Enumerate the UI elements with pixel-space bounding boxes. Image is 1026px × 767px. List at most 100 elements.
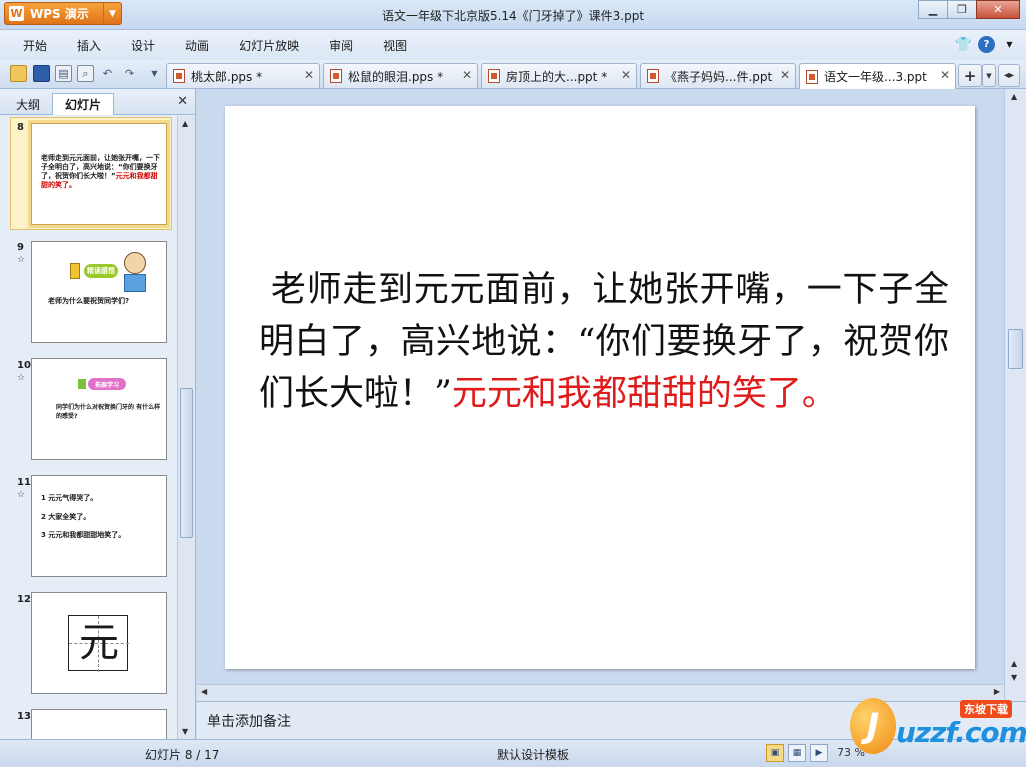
thumb-line: 2 大家全笑了。 [41, 513, 91, 521]
close-icon[interactable]: ✕ [304, 68, 314, 82]
menu-insert[interactable]: 插入 [62, 37, 116, 54]
ppt-file-icon [173, 69, 185, 83]
menu-home[interactable]: 开始 [8, 37, 62, 54]
thumb-number: 11 [17, 477, 31, 488]
slide-text-box[interactable]: 老师走到元元面前，让她张开嘴，一下子全明白了，高兴地说：“你们要换牙了，祝贺你们… [259, 264, 949, 420]
current-slide[interactable]: 老师走到元元面前，让她张开嘴，一下子全明白了，高兴地说：“你们要换牙了，祝贺你们… [225, 106, 975, 669]
thumb-number: 10 [17, 360, 31, 371]
new-tab-button[interactable]: + [958, 64, 982, 87]
thumbnail-slide-8[interactable]: 老师走到元元面前，让她张开嘴，一下子全明白了，高兴地说：“你们要换牙了，祝贺你们… [31, 123, 167, 225]
watermark-tag: 东坡下载 [960, 700, 1012, 718]
animation-star-icon: ☆ [17, 373, 26, 383]
save-icon[interactable] [33, 65, 50, 82]
maximize-button[interactable]: ❐ [947, 0, 977, 19]
tab-outline[interactable]: 大纲 [6, 93, 50, 115]
doc-tab-label: 《燕子妈妈...件.ppt [665, 69, 773, 84]
doc-tab-5-active[interactable]: 语文一年级...3.ppt ✕ [799, 63, 956, 89]
print-icon[interactable]: ▤ [55, 65, 72, 82]
section-badge: 拓展学习 [88, 378, 126, 390]
doc-tab-4[interactable]: 《燕子妈妈...件.ppt ✕ [640, 63, 796, 88]
tianzige-grid: 元 [68, 615, 129, 672]
doc-tab-label: 语文一年级...3.ppt [824, 70, 927, 84]
thumbnail-slide-13[interactable] [31, 709, 167, 739]
thumb-number: 9 [17, 242, 24, 253]
close-window-button[interactable]: ✕ [976, 0, 1020, 19]
scroll-right-icon[interactable]: ▶ [994, 687, 1000, 696]
chevron-down-icon[interactable]: ▼ [1001, 36, 1018, 53]
chinese-character: 元 [79, 620, 119, 666]
scroll-thumb[interactable] [1008, 329, 1023, 369]
animation-star-icon: ☆ [17, 255, 26, 265]
close-icon[interactable]: ✕ [940, 68, 950, 82]
scroll-up-icon[interactable]: ▲ [1011, 92, 1017, 101]
print-preview-icon[interactable]: ⌕ [77, 65, 94, 82]
section-badge: 精读感悟 [84, 264, 118, 278]
menu-animation[interactable]: 动画 [170, 37, 224, 54]
thumb-number: 13 [17, 711, 31, 722]
doc-tab-3[interactable]: 房顶上的大...ppt * ✕ [481, 63, 637, 88]
scroll-thumb[interactable] [180, 388, 193, 538]
redo-icon[interactable]: ↷ [121, 65, 138, 82]
menu-slideshow[interactable]: 幻灯片放映 [224, 37, 314, 54]
quick-access-toolbar: ▤ ⌕ ↶ ↷ ▼ 桃太郎.pps * ✕ 松鼠的眼泪.pps * ✕ 房顶上的… [0, 60, 1026, 89]
notes-placeholder: 单击添加备注 [207, 714, 291, 730]
thumb-caption: 同学们为什么对祝贺换门牙的 有什么样的感受? [56, 404, 161, 420]
menu-design[interactable]: 设计 [116, 37, 170, 54]
customize-toolbar-icon[interactable]: ▼ [146, 65, 163, 82]
slide-vertical-scrollbar[interactable]: ▲ ▲ ▼ [1004, 89, 1026, 701]
thumb-line: 3 元元和我都甜甜地笑了。 [41, 531, 126, 539]
thumb-line: 1 元元气得哭了。 [41, 494, 98, 502]
help-icon[interactable]: ? [978, 36, 995, 53]
normal-view-icon[interactable]: ▣ [766, 744, 784, 762]
ppt-file-icon [806, 69, 818, 84]
window-title: 语文一年级下北京版5.14《门牙掉了》课件3.ppt [381, 9, 645, 23]
leaf-icon [78, 379, 86, 389]
title-bar: W WPS 演示 ▼ 语文一年级下北京版5.14《门牙掉了》课件3.ppt ▁ … [0, 0, 1026, 30]
thumbnail-scrollbar[interactable]: ▲ ▼ [177, 116, 195, 739]
doc-tab-1[interactable]: 桃太郎.pps * ✕ [166, 63, 320, 88]
scroll-left-icon[interactable]: ◀ [201, 687, 207, 696]
previous-slide-icon[interactable]: ▲ [1011, 659, 1017, 668]
close-icon[interactable]: ✕ [621, 68, 631, 82]
thumb-number: 8 [17, 122, 24, 133]
scroll-up-icon[interactable]: ▲ [182, 119, 188, 128]
slide-sorter-icon[interactable]: ▦ [788, 744, 806, 762]
doc-tab-2[interactable]: 松鼠的眼泪.pps * ✕ [323, 63, 478, 88]
watermark-logo-icon: J [850, 698, 896, 754]
slide-thumbnail-pane: 大纲 幻灯片 ✕ 8 老师走到元元面前，让她张开嘴，一下子全明白了，高兴地说：“… [0, 89, 196, 739]
ppt-file-icon [488, 69, 500, 83]
doc-tab-label: 松鼠的眼泪.pps * [348, 69, 444, 84]
doc-tab-label: 桃太郎.pps * [191, 69, 263, 84]
doc-tab-label: 房顶上的大...ppt * [506, 69, 608, 84]
skin-shirt-icon[interactable]: 👕 [955, 36, 972, 53]
thumbnail-slide-12[interactable]: 元 [31, 592, 167, 694]
tab-slides[interactable]: 幻灯片 [52, 93, 114, 115]
close-icon[interactable]: ✕ [780, 68, 790, 82]
close-icon[interactable]: ✕ [177, 94, 188, 109]
design-template-label[interactable]: 默认设计模板 [497, 746, 569, 763]
scroll-down-icon[interactable]: ▼ [182, 727, 188, 736]
open-folder-icon[interactable] [10, 65, 27, 82]
thumbnail-slide-11[interactable]: 1 元元气得哭了。 2 大家全笑了。 3 元元和我都甜甜地笑了。 [31, 475, 167, 577]
menu-review[interactable]: 审阅 [314, 37, 368, 54]
thumbnail-slide-9[interactable]: 精读感悟 老师为什么要祝贺同学们? [31, 241, 167, 343]
minimize-button[interactable]: ▁ [918, 0, 948, 19]
cartoon-boy-icon [124, 252, 146, 274]
thumb-text: 老师走到元元面前，让她张开嘴，一下子全明白了，高兴地说：“你们要换牙了，祝贺你们… [41, 154, 160, 189]
next-slide-icon[interactable]: ▼ [1011, 673, 1017, 682]
slide-editor: 老师走到元元面前，让她张开嘴，一下子全明白了，高兴地说：“你们要换牙了，祝贺你们… [197, 89, 1004, 701]
menu-view[interactable]: 视图 [368, 37, 422, 54]
ppt-file-icon [330, 69, 342, 83]
tab-scroll-icon[interactable]: ◂▸ [998, 64, 1020, 87]
menu-bar: 开始 插入 设计 动画 幻灯片放映 审阅 视图 👕 ? ▼ [0, 30, 1026, 60]
cartoon-boy-body [124, 274, 146, 292]
slideshow-play-icon[interactable]: ▶ [810, 744, 828, 762]
slide-text-red: 元元和我都甜甜的笑了。 [451, 374, 837, 414]
close-icon[interactable]: ✕ [462, 68, 472, 82]
undo-icon[interactable]: ↶ [99, 65, 116, 82]
tab-list-chevron-icon[interactable]: ▼ [982, 64, 996, 87]
animation-star-icon: ☆ [17, 490, 26, 500]
ppt-file-icon [647, 69, 659, 83]
book-icon [70, 263, 80, 279]
thumbnail-slide-10[interactable]: 拓展学习 同学们为什么对祝贺换门牙的 有什么样的感受? [31, 358, 167, 460]
